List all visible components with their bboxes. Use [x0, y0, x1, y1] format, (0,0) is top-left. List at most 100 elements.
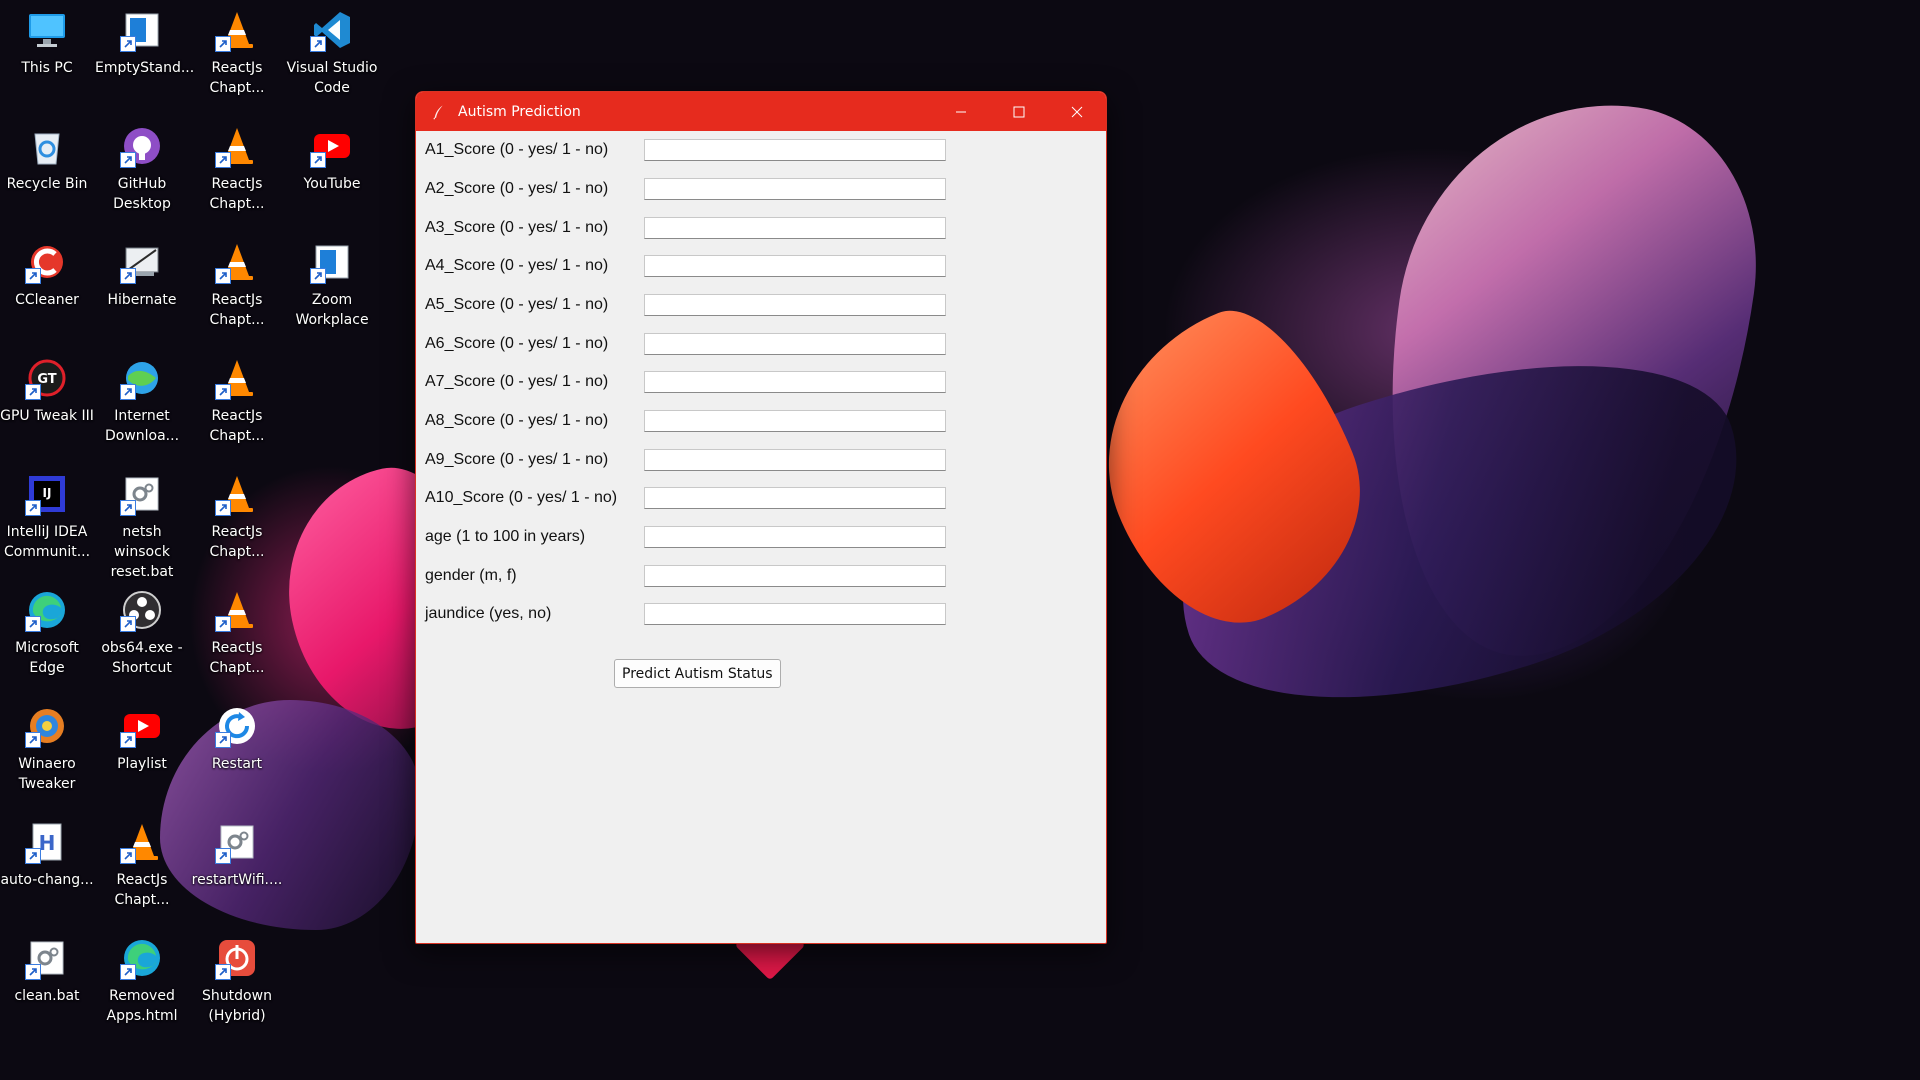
form-row-a2: A2_Score (0 - yes/ 1 - no) [425, 176, 965, 202]
desktop-icon[interactable]: EmptyStand... [95, 0, 195, 112]
desktop-icon[interactable]: ReactJs Chapt... [190, 464, 284, 576]
shortcut-arrow-icon [310, 152, 326, 168]
vscode-icon [310, 8, 354, 52]
desktop-icon-label: Microsoft Edge [15, 640, 79, 676]
desktop-icon[interactable]: ReactJs Chapt... [190, 580, 284, 692]
desktop-icon[interactable]: Winaero Tweaker [0, 696, 94, 808]
a1-score-input[interactable] [644, 139, 946, 161]
form-row-a4: A4_Score (0 - yes/ 1 - no) [425, 253, 965, 279]
desktop-icon[interactable]: CCleaner [0, 232, 94, 344]
desktop-icon-label: ReactJs Chapt... [209, 292, 265, 328]
shortcut-arrow-icon [215, 732, 231, 748]
desktop-icon[interactable]: Removed Apps.html [95, 928, 189, 1040]
monitor-icon [25, 8, 69, 52]
intellij-icon: IJ [25, 472, 69, 516]
desktop-icon[interactable]: Hibernate [95, 232, 189, 344]
minimize-button[interactable] [932, 92, 990, 131]
desktop-icon-label: EmptyStand... [95, 60, 195, 76]
form-row-age: age (1 to 100 in years) [425, 524, 965, 550]
a8-score-input[interactable] [644, 410, 946, 432]
desktop-icon-label: Playlist [117, 756, 167, 772]
autism-prediction-window: Autism Prediction A1_Score (0 - yes/ 1 -… [415, 91, 1107, 944]
a4-score-input[interactable] [644, 255, 946, 277]
desktop-icon[interactable]: Visual Studio Code [285, 0, 379, 112]
shortcut-arrow-icon [215, 964, 231, 980]
desktop-icon[interactable]: IJ IntelliJ IDEA Communit... [0, 464, 94, 576]
form-row-gender: gender (m, f) [425, 563, 965, 589]
shortcut-arrow-icon [25, 848, 41, 864]
maximize-icon [1013, 106, 1025, 117]
obs-icon [120, 588, 164, 632]
form-row-a6: A6_Score (0 - yes/ 1 - no) [425, 331, 965, 357]
desktop-icon[interactable]: GitHub Desktop [95, 116, 189, 228]
desktop-icon-label: CCleaner [15, 292, 79, 308]
predict-autism-status-button[interactable]: Predict Autism Status [614, 659, 781, 688]
form-row-a8: A8_Score (0 - yes/ 1 - no) [425, 408, 965, 434]
field-label: A2_Score (0 - yes/ 1 - no) [425, 180, 609, 197]
desktop-icon[interactable]: Restart [190, 696, 284, 808]
form-row-a9: A9_Score (0 - yes/ 1 - no) [425, 447, 965, 473]
a2-score-input[interactable] [644, 178, 946, 200]
vlc-cone-icon [215, 356, 259, 400]
desktop-icon[interactable]: Microsoft Edge [0, 580, 94, 692]
gpu-tweak-icon: GT [25, 356, 69, 400]
shortcut-arrow-icon [310, 36, 326, 52]
desktop-icon[interactable]: YouTube [285, 116, 379, 228]
jaundice-input[interactable] [644, 603, 946, 625]
svg-text:IJ: IJ [43, 486, 52, 500]
desktop-icon[interactable]: Shutdown (Hybrid) [190, 928, 284, 1040]
vlc-cone-icon [215, 240, 259, 284]
shortcut-arrow-icon [120, 36, 136, 52]
age-input[interactable] [644, 526, 946, 548]
form-row-a5: A5_Score (0 - yes/ 1 - no) [425, 292, 965, 318]
a7-score-input[interactable] [644, 371, 946, 393]
power-icon [215, 936, 259, 980]
desktop-icon-label: Zoom Workplace [295, 292, 369, 328]
desktop-icon[interactable]: netsh winsock reset.bat [95, 464, 189, 580]
shortcut-arrow-icon [215, 384, 231, 400]
title-bar[interactable]: Autism Prediction [416, 92, 1106, 131]
form-row-a10: A10_Score (0 - yes/ 1 - no) [425, 485, 965, 511]
desktop-icon[interactable]: ReactJs Chapt... [95, 812, 189, 924]
desktop-icon-label: ReactJs Chapt... [209, 60, 265, 96]
desktop-icon[interactable]: GT GPU Tweak III [0, 348, 94, 460]
shortcut-arrow-icon [120, 848, 136, 864]
desktop-icon-label: YouTube [303, 176, 361, 192]
close-button[interactable] [1048, 92, 1106, 131]
ccleaner-icon [25, 240, 69, 284]
gender-input[interactable] [644, 565, 946, 587]
script-icon: H [25, 820, 69, 864]
desktop-icon[interactable]: ReactJs Chapt... [190, 0, 284, 112]
shortcut-arrow-icon [120, 500, 136, 516]
a5-score-input[interactable] [644, 294, 946, 316]
desktop-icon[interactable]: ReactJs Chapt... [190, 232, 284, 344]
a10-score-input[interactable] [644, 487, 946, 509]
shortcut-arrow-icon [120, 616, 136, 632]
desktop-icon-label: Recycle Bin [6, 176, 88, 192]
hibernate-icon [120, 240, 164, 284]
batch-gear-icon [215, 820, 259, 864]
maximize-button[interactable] [990, 92, 1048, 131]
desktop-icon[interactable]: Internet Downloa... [95, 348, 189, 460]
desktop-icon[interactable]: ReactJs Chapt... [190, 348, 284, 460]
restart-icon [215, 704, 259, 748]
winaero-icon [25, 704, 69, 748]
desktop-icon-label: restartWifi.... [191, 872, 283, 888]
a6-score-input[interactable] [644, 333, 946, 355]
desktop-icon[interactable]: ReactJs Chapt... [190, 116, 284, 228]
shortcut-arrow-icon [215, 848, 231, 864]
desktop-icon[interactable]: Hauto-chang... [0, 812, 94, 924]
a3-score-input[interactable] [644, 217, 946, 239]
a9-score-input[interactable] [644, 449, 946, 471]
field-label: age (1 to 100 in years) [425, 528, 586, 545]
desktop-icon[interactable]: Recycle Bin [0, 116, 94, 228]
desktop-icon[interactable]: This PC [0, 0, 94, 112]
field-label: A6_Score (0 - yes/ 1 - no) [425, 335, 609, 352]
desktop-icon[interactable]: Playlist [95, 696, 189, 808]
desktop-icon-label: GPU Tweak III [0, 408, 94, 424]
desktop-icon[interactable]: clean.bat [0, 928, 94, 1040]
desktop-icon[interactable]: obs64.exe - Shortcut [95, 580, 189, 692]
desktop-icon[interactable]: restartWifi.... [190, 812, 284, 924]
desktop-icon[interactable]: Zoom Workplace [285, 232, 379, 344]
shortcut-arrow-icon [215, 152, 231, 168]
